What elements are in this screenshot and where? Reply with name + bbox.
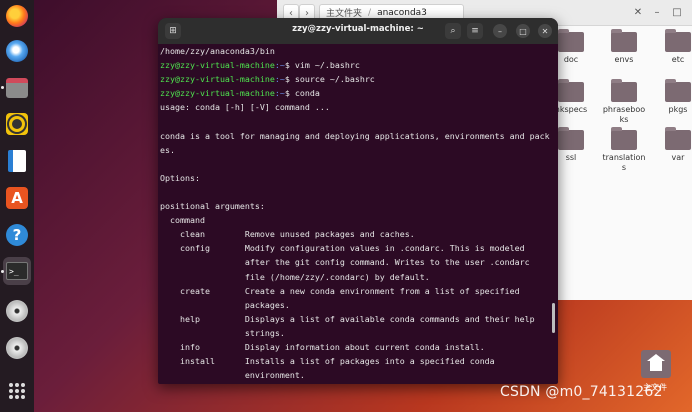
- breadcrumb-current[interactable]: anaconda3: [377, 8, 427, 18]
- dock-item-firefox[interactable]: [3, 2, 31, 30]
- terminal-line: after the git config command. Writes to …: [160, 257, 530, 268]
- folder-icon: [665, 79, 691, 102]
- prompt-user-host: zzy@zzy-virtual-machine: [160, 88, 275, 99]
- terminal-line: zzy@zzy-virtual-machine:~$ conda: [160, 86, 550, 100]
- folder-icon: [611, 79, 637, 102]
- folder-icon: [611, 127, 637, 150]
- dock-item-disc-2[interactable]: [3, 334, 31, 362]
- fm-maximize-icon[interactable]: □: [669, 4, 685, 20]
- maximize-button[interactable]: □: [516, 24, 530, 38]
- folder-etc[interactable]: etc: [654, 29, 692, 65]
- dock-item-terminal[interactable]: >_: [3, 257, 31, 285]
- breadcrumb-separator: /: [368, 7, 372, 18]
- terminal-line: info Display information about current c…: [160, 341, 485, 352]
- menu-button[interactable]: ≡: [467, 23, 483, 39]
- folder-icon: [558, 127, 584, 150]
- terminal-window[interactable]: ⊞ zzy@zzy-virtual-machine: ~ ⌕ ≡ – □ ✕ /…: [158, 18, 558, 384]
- close-button[interactable]: ✕: [538, 24, 552, 38]
- dock-item-help[interactable]: ?: [3, 221, 31, 249]
- folder-label: envs: [614, 55, 634, 64]
- folder-label: pkgs: [668, 105, 688, 114]
- search-button[interactable]: ⌕: [445, 23, 461, 39]
- folder-var[interactable]: var: [654, 127, 692, 163]
- terminal-line: conda is a tool for managing and deployi…: [160, 130, 550, 141]
- folder-translations[interactable]: translation s: [600, 127, 648, 173]
- folder-label: translation s: [602, 153, 646, 172]
- fm-minimize-icon[interactable]: –: [649, 4, 665, 20]
- dock-item-thunderbird[interactable]: [3, 37, 31, 65]
- terminal-line: packages.: [160, 299, 290, 310]
- folder-icon: [665, 127, 691, 150]
- prompt-path: :~: [274, 88, 285, 99]
- folder-envs[interactable]: envs: [600, 29, 648, 65]
- terminal-line: zzy@zzy-virtual-machine:~$ vim ~/.bashrc: [160, 58, 550, 72]
- dock-item-files[interactable]: [3, 74, 31, 102]
- terminal-line: environment.: [160, 370, 305, 381]
- disc-icon-2: [6, 337, 28, 359]
- dock-item-show-apps[interactable]: [3, 377, 31, 405]
- prompt-path: :~: [274, 60, 285, 71]
- terminal-line: create Create a new conda environment fr…: [160, 285, 520, 296]
- folder-pkgs[interactable]: pkgs: [654, 79, 692, 115]
- terminal-line: /home/zzy/anaconda3/bin: [160, 46, 275, 56]
- libreoffice-writer-icon: [8, 150, 26, 172]
- terminal-line: Options:: [160, 172, 200, 183]
- desktop-home-icon[interactable]: [641, 350, 671, 378]
- folder-icon: [665, 29, 691, 52]
- terminal-line: usage: conda [-h] [-V] command ...: [160, 102, 330, 113]
- terminal-icon: >_: [6, 262, 28, 280]
- home-icon: [647, 353, 665, 371]
- folder-icon: [558, 29, 584, 52]
- command-text: $ conda: [284, 88, 320, 99]
- terminal-line: zzy@zzy-virtual-machine:~$ source ~/.bas…: [160, 72, 550, 86]
- dock-item-writer[interactable]: [3, 147, 31, 175]
- prompt-user-host: zzy@zzy-virtual-machine: [160, 74, 275, 85]
- terminal-output[interactable]: /home/zzy/anaconda3/bin zzy@zzy-virtual-m…: [160, 44, 550, 384]
- dock-item-app-center[interactable]: A: [3, 184, 31, 212]
- watermark: CSDN @m0_74131262: [500, 384, 663, 400]
- folder-icon: [558, 79, 584, 102]
- thunderbird-icon: [6, 40, 28, 62]
- help-icon: ?: [6, 224, 28, 246]
- terminal-line: strings.: [160, 327, 285, 338]
- terminal-line: clean Remove unused packages and caches.: [160, 229, 415, 240]
- command-text: $ vim ~/.bashrc: [284, 60, 360, 71]
- terminal-header[interactable]: ⊞ zzy@zzy-virtual-machine: ~ ⌕ ≡ – □ ✕: [158, 18, 558, 44]
- folder-phrasebooks[interactable]: phraseboo ks: [600, 79, 648, 125]
- folder-icon: [611, 29, 637, 52]
- terminal-line: command: [160, 215, 205, 226]
- folder-label: var: [671, 153, 685, 162]
- dock-item-rhythmbox[interactable]: [3, 110, 31, 138]
- running-indicator: [1, 86, 4, 89]
- terminal-line: es.: [160, 144, 175, 155]
- files-icon: [6, 78, 28, 98]
- fm-close-icon[interactable]: ✕: [630, 4, 646, 20]
- folder-label: phraseboo ks: [602, 105, 646, 124]
- terminal-line: file (/home/zzy/.condarc) by default.: [160, 271, 430, 282]
- command-text: $ source ~/.bashrc: [284, 74, 375, 85]
- terminal-line: help Displays a list of available conda …: [160, 313, 535, 324]
- dock: A ? >_: [0, 0, 34, 412]
- disc-icon: [6, 300, 28, 322]
- terminal-scrollbar[interactable]: [552, 303, 555, 333]
- terminal-line: positional arguments:: [160, 201, 265, 212]
- running-indicator: [1, 270, 4, 273]
- terminal-line: install Installs a list of packages into…: [160, 356, 495, 367]
- show-apps-icon: [9, 383, 25, 399]
- folder-label: etc: [671, 55, 685, 64]
- firefox-icon: [6, 5, 28, 27]
- dock-item-disc[interactable]: [3, 297, 31, 325]
- rhythmbox-icon: [6, 113, 28, 135]
- minimize-button[interactable]: –: [493, 24, 507, 38]
- prompt-user-host: zzy@zzy-virtual-machine: [160, 60, 275, 71]
- prompt-path: :~: [274, 74, 285, 85]
- app-center-icon: A: [6, 187, 28, 209]
- terminal-line: config Modify configuration values in .c…: [160, 243, 525, 254]
